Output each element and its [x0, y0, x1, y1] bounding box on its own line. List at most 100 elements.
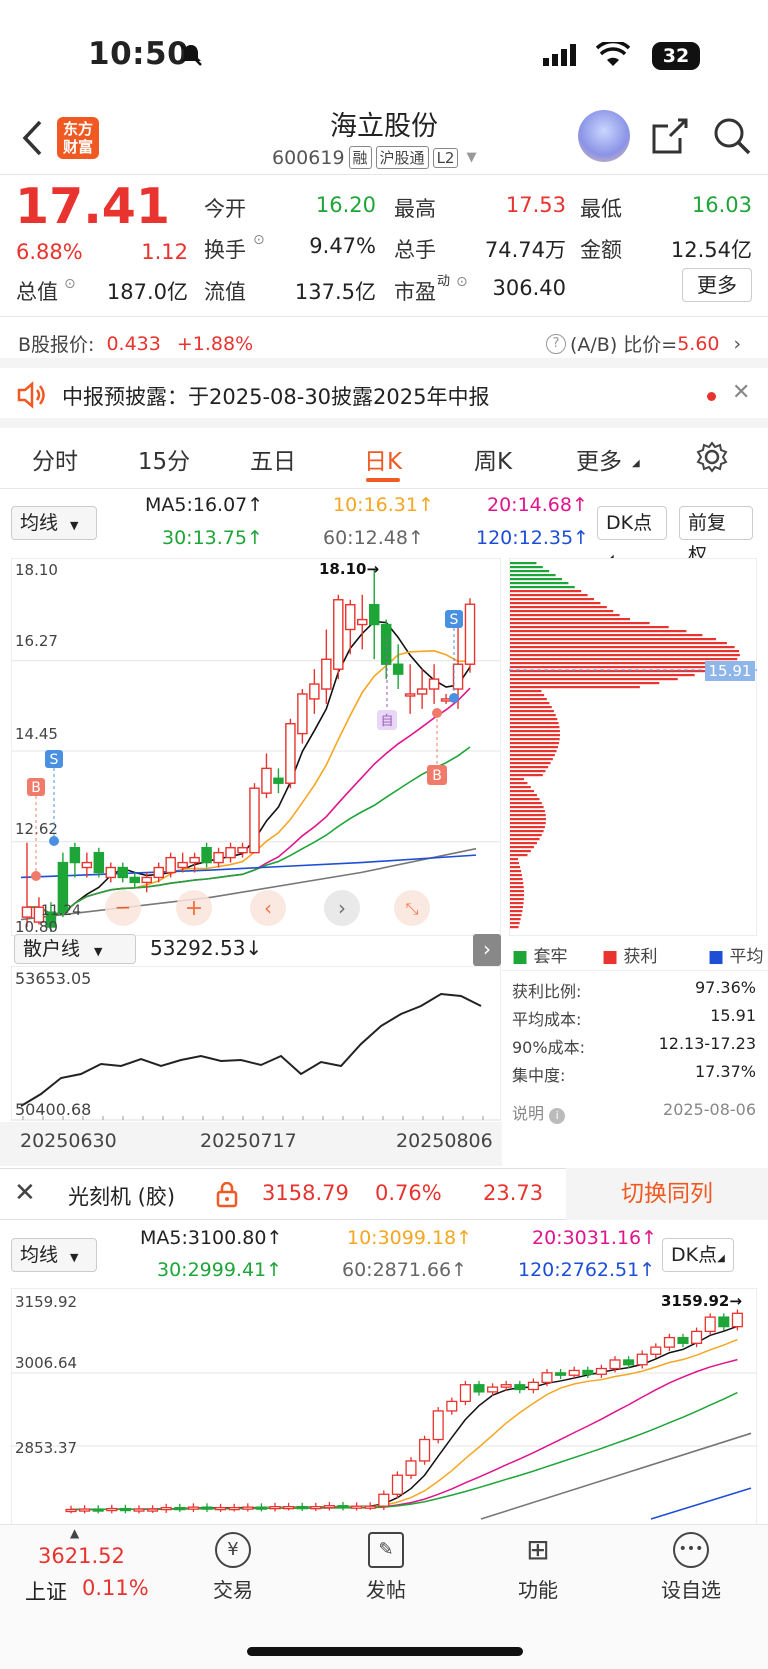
chip-bar	[510, 858, 518, 861]
y-tick: 18.10	[15, 561, 58, 579]
low-label: 11.24	[41, 903, 81, 919]
chip-distribution-chart[interactable]: 15.91	[509, 558, 757, 936]
chip-bar	[510, 798, 540, 801]
b-share-change: +1.88%	[176, 332, 254, 355]
chip-bar	[510, 702, 550, 705]
change-percent: 6.88%	[16, 240, 83, 264]
candle-body	[432, 1410, 444, 1441]
b-share-label: B股报价:	[18, 334, 95, 356]
candle-body	[333, 599, 344, 670]
search-icon[interactable]	[712, 116, 752, 156]
assistant-avatar[interactable]	[578, 110, 630, 162]
candle-body	[392, 663, 404, 675]
nav-post[interactable]: ✎ 发帖	[336, 1532, 436, 1603]
tab-15min[interactable]: 15分	[114, 442, 214, 476]
sub-indicator-chart[interactable]: 53653.05 50400.68	[11, 966, 501, 1126]
quote-value: 9.47%	[309, 234, 376, 258]
wifi-icon	[596, 42, 630, 66]
dk-button[interactable]: DK点◢	[597, 506, 667, 564]
candle-body	[285, 723, 296, 784]
chip-bar	[510, 706, 552, 709]
close-icon[interactable]: ✕	[732, 380, 750, 405]
indicator-select[interactable]: 均线 ▼	[11, 506, 97, 540]
share-icon[interactable]	[650, 116, 690, 156]
tab-daily-k[interactable]: 日K	[333, 442, 433, 476]
quote-value: 137.5亿	[294, 280, 376, 304]
tab-5day[interactable]: 五日	[223, 442, 323, 476]
date-label: 20250717	[200, 1130, 297, 1152]
candle-body	[165, 856, 176, 874]
sector-dk-button[interactable]: DK点◢	[662, 1238, 734, 1272]
expand-panel-icon[interactable]: ›	[473, 934, 501, 966]
sell-marker-label: S	[450, 612, 459, 628]
stat-label: 平均成本:	[512, 1010, 582, 1029]
quote-value: 16.03	[691, 193, 752, 217]
chip-bar	[510, 842, 537, 845]
candle-body	[568, 1369, 580, 1376]
chip-bar	[510, 894, 524, 897]
chip-bar	[510, 790, 534, 793]
chip-bar	[510, 686, 640, 689]
info-icon[interactable]: ⊙	[456, 274, 468, 290]
chip-bar	[510, 634, 703, 637]
candle-body	[129, 876, 140, 884]
chip-bar	[510, 738, 560, 741]
chip-bar	[510, 806, 544, 809]
candle-body	[69, 846, 81, 864]
more-button[interactable]: 更多	[682, 268, 752, 302]
candle-body	[378, 1493, 390, 1507]
candle-body	[147, 1508, 159, 1512]
stock-code-row[interactable]: 600619 融 沪股通 L2 ▼	[272, 146, 476, 169]
switch-button[interactable]: 切换同列	[566, 1168, 768, 1220]
candle-body	[201, 1506, 213, 1510]
announcement-text[interactable]: 中报预披露：于2025-08-30披露2025年中报	[62, 381, 489, 411]
candle-body	[273, 777, 284, 784]
nav-add-watchlist[interactable]: ••• 设自选	[641, 1532, 741, 1603]
chip-bar	[510, 830, 544, 833]
candle-body	[345, 604, 356, 631]
nav-label: 功能	[518, 1578, 558, 1602]
candle-body	[310, 1506, 322, 1510]
tag-margin: 融	[348, 146, 372, 169]
candle-body	[153, 866, 164, 879]
index-change: 0.11%	[82, 1576, 149, 1600]
nav-functions[interactable]: ⊞ 功能	[488, 1532, 588, 1603]
info-icon[interactable]: ⊙	[64, 276, 76, 292]
sector-indicator-label: 均线	[20, 1244, 59, 1266]
candle-body	[623, 1359, 635, 1366]
sector-name[interactable]: 光刻机 (胶)	[68, 1181, 175, 1211]
candle-body	[201, 846, 212, 864]
candle-body	[555, 1372, 567, 1376]
chip-bar	[510, 622, 650, 625]
y-tick: 3006.64	[15, 1354, 77, 1372]
nav-trade[interactable]: ¥ 交易	[183, 1532, 283, 1603]
close-sector-icon[interactable]: ✕	[14, 1178, 36, 1208]
chip-bar	[510, 678, 678, 681]
adjust-button[interactable]: 前复权	[679, 506, 753, 566]
candle-body	[269, 1506, 281, 1510]
sub-indicator-select[interactable]: 散户线 ▼	[14, 934, 136, 964]
quote-value: 17.53	[505, 193, 566, 217]
candle-body	[405, 1460, 417, 1476]
chip-bar	[510, 898, 524, 901]
info-icon[interactable]: ⊙	[253, 232, 265, 248]
stat-label: 获利比例:	[512, 982, 582, 1001]
chip-bar	[510, 610, 614, 613]
candle-body	[323, 1505, 335, 1509]
tab-underline	[366, 478, 400, 482]
ma60-value: 60:12.48↑	[323, 527, 424, 549]
sector-kline-chart[interactable]: 3159.92 3006.64 2853.37 3159.92→	[11, 1288, 757, 1524]
kline-chart[interactable]: 18.10 16.27 14.45 12.62 10.80 18.10→ 11.…	[11, 558, 501, 936]
gear-icon[interactable]	[696, 441, 728, 473]
index-value[interactable]: 3621.52	[38, 1544, 125, 1568]
quote-value: 74.74万	[484, 238, 566, 262]
ab-ratio[interactable]: ? (A/B) 比价= 5.60 ›	[546, 330, 741, 357]
tab-intraday[interactable]: 分时	[5, 442, 105, 476]
explain-link[interactable]: 说明 i	[512, 1100, 566, 1124]
candle-body	[704, 1316, 716, 1333]
help-icon[interactable]: ?	[546, 333, 566, 354]
candle-body	[731, 1312, 743, 1328]
tab-weekly-k[interactable]: 周K	[443, 442, 543, 476]
indicator-select-label: 均线	[20, 512, 59, 534]
sector-indicator-select[interactable]: 均线 ▼	[11, 1238, 97, 1272]
